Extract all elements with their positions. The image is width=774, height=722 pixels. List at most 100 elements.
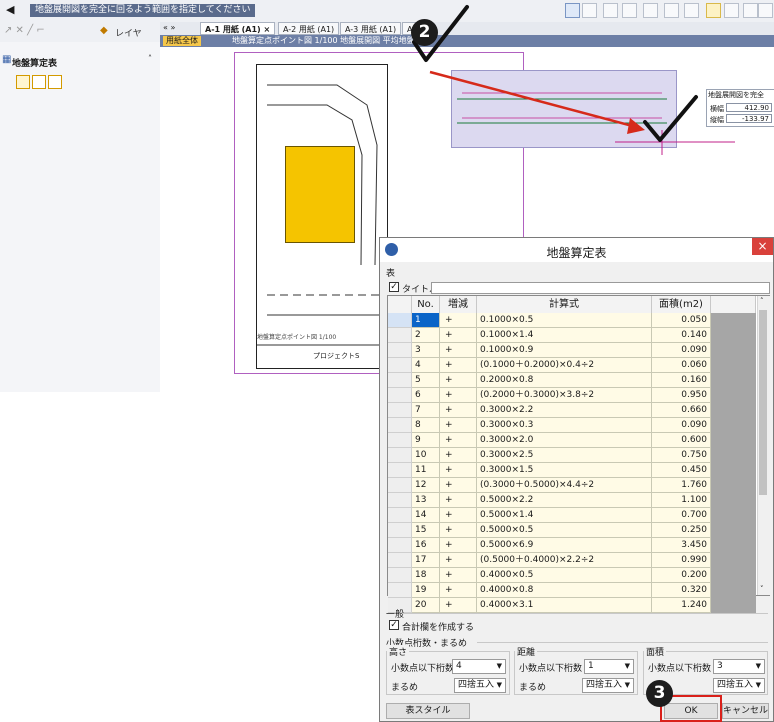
cell-no[interactable]: 10 (412, 448, 440, 463)
close-button[interactable]: × (752, 238, 773, 255)
table-row[interactable]: 5 +0.2000×0.8 0.160 (388, 373, 769, 388)
cell-no[interactable]: 17 (412, 553, 440, 568)
cell-no[interactable]: 5 (412, 373, 440, 388)
cell-area[interactable]: 0.660 (652, 403, 711, 418)
cell-op[interactable]: + (440, 553, 477, 568)
cell-no[interactable]: 3 (412, 343, 440, 358)
table-row[interactable]: 1 +0.1000×0.5 0.050 (388, 313, 769, 328)
table-row[interactable]: 15 +0.5000×0.5 0.250 (388, 523, 769, 538)
cell-area[interactable]: 0.600 (652, 433, 711, 448)
header-no[interactable]: No. (412, 296, 440, 313)
cell-expression[interactable]: 0.3000×2.2 (477, 403, 652, 418)
cell-no[interactable]: 11 (412, 463, 440, 478)
cell-no[interactable]: 2 (412, 328, 440, 343)
header-op[interactable]: 増減 (440, 296, 477, 313)
cell-area[interactable]: 0.090 (652, 343, 711, 358)
cell-expression[interactable]: 0.5000×6.9 (477, 538, 652, 553)
cell-area[interactable]: 1.100 (652, 493, 711, 508)
cell-expression[interactable]: 0.2000×0.8 (477, 373, 652, 388)
cell-op[interactable]: + (440, 313, 477, 328)
cell-op[interactable]: + (440, 478, 477, 493)
cell-op[interactable]: + (440, 343, 477, 358)
cell-area[interactable]: 1.240 (652, 598, 711, 613)
table-row[interactable]: 2 +0.1000×1.4 0.140 (388, 328, 769, 343)
table-row[interactable]: 8 +0.3000×0.3 0.090 (388, 418, 769, 433)
cell-expression[interactable]: 0.4000×0.5 (477, 568, 652, 583)
cell-expression[interactable]: 0.3000×2.0 (477, 433, 652, 448)
cell-op[interactable]: + (440, 328, 477, 343)
cell-no[interactable]: 19 (412, 583, 440, 598)
table-row[interactable]: 6 + (0.2000＋0.3000)×3.8÷2 0.950 (388, 388, 769, 403)
cell-op[interactable]: + (440, 463, 477, 478)
cell-area[interactable]: 0.320 (652, 583, 711, 598)
cell-expression[interactable]: 0.3000×1.5 (477, 463, 652, 478)
cell-op[interactable]: + (440, 583, 477, 598)
total-checkbox[interactable]: ✓ (389, 620, 399, 630)
cell-area[interactable]: 0.060 (652, 358, 711, 373)
height-round-select[interactable]: 四捨五入 ▼ (454, 678, 506, 693)
cell-op[interactable]: + (440, 448, 477, 463)
cell-expression[interactable]: 0.1000×0.9 (477, 343, 652, 358)
table-row[interactable]: 7 +0.3000×2.2 0.660 (388, 403, 769, 418)
cell-op[interactable]: + (440, 358, 477, 373)
cell-op[interactable]: + (440, 523, 477, 538)
cell-area[interactable]: 1.760 (652, 478, 711, 493)
cell-area[interactable]: 0.450 (652, 463, 711, 478)
cell-no[interactable]: 18 (412, 568, 440, 583)
cell-op[interactable]: + (440, 418, 477, 433)
cell-area[interactable]: 0.700 (652, 508, 711, 523)
cell-expression[interactable]: (0.1000＋0.2000)×0.4÷2 (477, 358, 652, 373)
cell-no[interactable]: 15 (412, 523, 440, 538)
area-round-select[interactable]: 四捨五入 ▼ (713, 678, 765, 693)
cell-area[interactable]: 0.090 (652, 418, 711, 433)
cell-no[interactable]: 12 (412, 478, 440, 493)
header-area[interactable]: 面積(m2) (652, 296, 711, 313)
cell-area[interactable]: 0.250 (652, 523, 711, 538)
cell-area[interactable]: 0.050 (652, 313, 711, 328)
cell-area[interactable]: 0.990 (652, 553, 711, 568)
cell-expression[interactable]: 0.3000×2.5 (477, 448, 652, 463)
cell-expression[interactable]: (0.2000＋0.3000)×3.8÷2 (477, 388, 652, 403)
cell-area[interactable]: 0.200 (652, 568, 711, 583)
cell-area[interactable]: 0.160 (652, 373, 711, 388)
table-row[interactable]: 11 +0.3000×1.5 0.450 (388, 463, 769, 478)
table-row[interactable]: 19 +0.4000×0.8 0.320 (388, 583, 769, 598)
table-row[interactable]: 12 + (0.3000＋0.5000)×4.4÷2 1.760 (388, 478, 769, 493)
cell-op[interactable]: + (440, 373, 477, 388)
title-checkbox[interactable]: ✓ (389, 282, 399, 292)
cell-no[interactable]: 14 (412, 508, 440, 523)
cell-expression[interactable]: 0.1000×1.4 (477, 328, 652, 343)
cell-expression[interactable]: 0.3000×0.3 (477, 418, 652, 433)
cell-area[interactable]: 0.750 (652, 448, 711, 463)
cell-area[interactable]: 0.950 (652, 388, 711, 403)
cell-no[interactable]: 4 (412, 358, 440, 373)
table-row[interactable]: 18 +0.4000×0.5 0.200 (388, 568, 769, 583)
cell-op[interactable]: + (440, 508, 477, 523)
table-style-button[interactable]: 表スタイル (386, 703, 470, 719)
cell-expression[interactable]: 0.4000×3.1 (477, 598, 652, 613)
table-row[interactable]: 4 + (0.1000＋0.2000)×0.4÷2 0.060 (388, 358, 769, 373)
cell-no[interactable]: 1 (412, 313, 440, 328)
cell-no[interactable]: 20 (412, 598, 440, 613)
table-row[interactable]: 10 +0.3000×2.5 0.750 (388, 448, 769, 463)
cell-op[interactable]: + (440, 433, 477, 448)
cell-no[interactable]: 6 (412, 388, 440, 403)
cell-op[interactable]: + (440, 568, 477, 583)
distance-round-select[interactable]: 四捨五入 ▼ (582, 678, 634, 693)
table-row[interactable]: 3 +0.1000×0.9 0.090 (388, 343, 769, 358)
cancel-button[interactable]: キャンセル (722, 703, 769, 719)
cell-expression[interactable]: (0.5000＋0.4000)×2.2÷2 (477, 553, 652, 568)
table-row[interactable]: 13 +0.5000×2.2 1.100 (388, 493, 769, 508)
cell-no[interactable]: 13 (412, 493, 440, 508)
cell-no[interactable]: 16 (412, 538, 440, 553)
cell-expression[interactable]: 0.5000×0.5 (477, 523, 652, 538)
cell-expression[interactable]: 0.1000×0.5 (477, 313, 652, 328)
distance-digits-select[interactable]: 1 ▼ (584, 659, 634, 674)
scrollbar-thumb[interactable] (759, 310, 767, 495)
cell-no[interactable]: 8 (412, 418, 440, 433)
height-digits-select[interactable]: 4 ▼ (452, 659, 506, 674)
table-row[interactable]: 20 +0.4000×3.1 1.240 (388, 598, 769, 613)
cell-op[interactable]: + (440, 388, 477, 403)
cell-no[interactable]: 7 (412, 403, 440, 418)
cell-op[interactable]: + (440, 598, 477, 613)
